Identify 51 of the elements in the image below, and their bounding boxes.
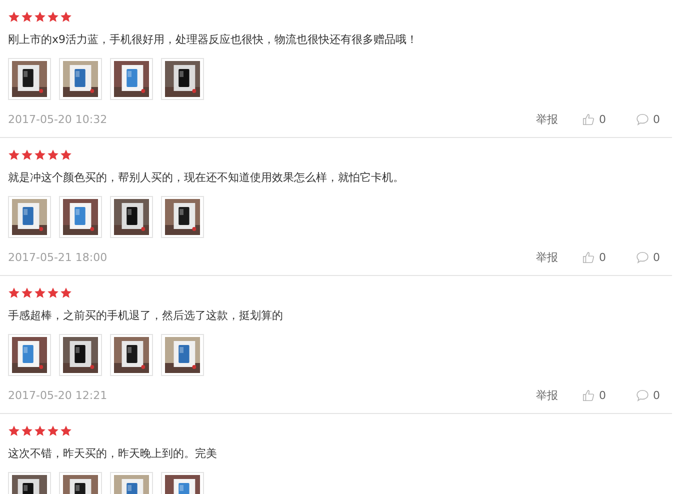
review-text: 手感超棒，之前买的手机退了，然后选了这款，挺划算的	[8, 308, 284, 324]
review-date: 2017-05-21 18:00	[8, 250, 108, 264]
star-icon	[47, 287, 59, 299]
photo-thumbnail[interactable]	[8, 196, 51, 238]
photo-thumbnail[interactable]	[161, 196, 204, 238]
star-icon	[60, 11, 72, 23]
star-icon	[21, 287, 33, 299]
star-icon	[60, 287, 72, 299]
star-icon	[8, 425, 20, 437]
review-text: 刚上市的x9活力蓝，手机很好用，处理器反应也很快，物流也很快还有很多赠品哦！	[8, 32, 419, 48]
comment-count: 0	[653, 388, 660, 402]
photo-thumbnail[interactable]	[161, 58, 204, 100]
star-icon	[60, 425, 72, 437]
star-icon	[47, 149, 59, 161]
star-icon	[34, 287, 46, 299]
star-icon	[21, 425, 33, 437]
like-count: 0	[599, 388, 606, 402]
photo-thumbnail[interactable]	[59, 196, 102, 238]
review-date: 2017-05-20 10:32	[8, 112, 108, 126]
photo-thumbnail[interactable]	[110, 196, 153, 238]
star-icon	[8, 11, 20, 23]
star-icon	[47, 425, 59, 437]
review-text: 就是冲这个颜色买的，帮别人买的，现在还不知道使用效果怎么样，就怕它卡机。	[8, 170, 405, 186]
comment-count: 0	[653, 112, 660, 126]
photo-thumbnail[interactable]	[161, 334, 204, 376]
thumbs-up-icon[interactable]	[582, 250, 595, 264]
star-icon	[34, 425, 46, 437]
report-link[interactable]: 举报	[536, 250, 558, 264]
star-icon	[34, 11, 46, 23]
report-link[interactable]: 举报	[536, 112, 558, 126]
star-icon	[60, 149, 72, 161]
photo-thumbnail[interactable]	[110, 334, 153, 376]
photo-thumbnail[interactable]	[59, 334, 102, 376]
photo-thumbnail[interactable]	[59, 58, 102, 100]
photo-thumbnail[interactable]	[8, 334, 51, 376]
like-count: 0	[599, 112, 606, 126]
like-count: 0	[599, 250, 606, 264]
comment-count: 0	[653, 250, 660, 264]
star-icon	[8, 149, 20, 161]
star-icon	[8, 287, 20, 299]
thumbs-up-icon[interactable]	[582, 388, 595, 402]
thumbs-up-icon[interactable]	[582, 112, 595, 126]
report-link[interactable]: 举报	[536, 388, 558, 402]
star-icon	[21, 11, 33, 23]
photo-thumbnail[interactable]	[8, 58, 51, 100]
photo-thumbnail[interactable]	[110, 58, 153, 100]
star-icon	[34, 149, 46, 161]
review-date: 2017-05-20 12:21	[8, 388, 108, 402]
star-icon	[21, 149, 33, 161]
review-text: 这次不错，昨天买的，昨天晚上到的。完美	[8, 446, 218, 462]
star-icon	[47, 11, 59, 23]
